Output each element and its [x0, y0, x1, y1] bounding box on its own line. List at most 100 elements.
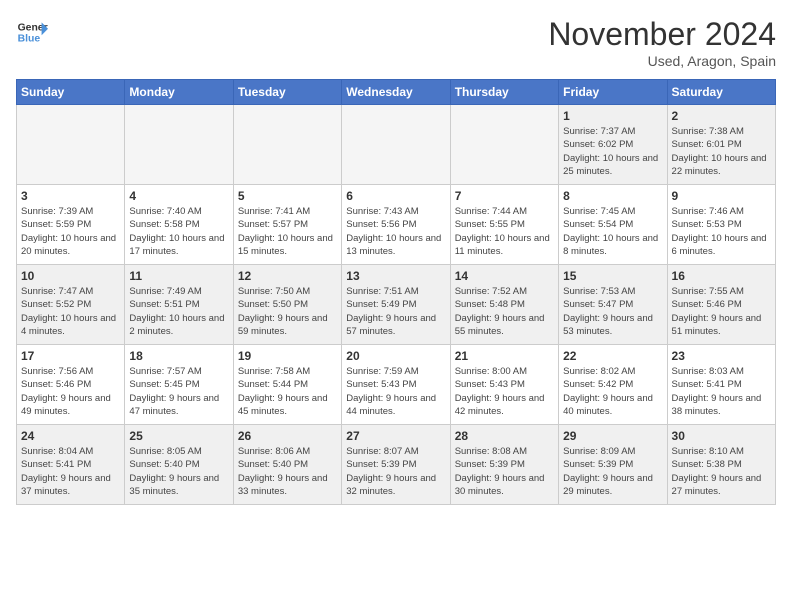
calendar-cell: 30 Sunrise: 8:10 AM Sunset: 5:38 PM Dayli… [667, 425, 775, 505]
calendar-cell [233, 105, 341, 185]
day-number: 13 [346, 269, 445, 283]
calendar-cell: 8 Sunrise: 7:45 AM Sunset: 5:54 PM Daylig… [559, 185, 667, 265]
day-number: 23 [672, 349, 771, 363]
day-info: Sunrise: 8:09 AM Sunset: 5:39 PM Dayligh… [563, 445, 662, 498]
calendar-cell: 5 Sunrise: 7:41 AM Sunset: 5:57 PM Daylig… [233, 185, 341, 265]
calendar-cell: 18Sunrise: 7:57 AM Sunset: 5:45 PM Dayli… [125, 345, 233, 425]
calendar-cell: 9 Sunrise: 7:46 AM Sunset: 5:53 PM Daylig… [667, 185, 775, 265]
day-info: Sunrise: 7:46 AM Sunset: 5:53 PM Dayligh… [672, 205, 771, 258]
day-number: 16 [672, 269, 771, 283]
calendar-cell: 2 Sunrise: 7:38 AM Sunset: 6:01 PM Daylig… [667, 105, 775, 185]
day-info: Sunrise: 7:51 AM Sunset: 5:49 PM Dayligh… [346, 285, 445, 338]
calendar-table: SundayMondayTuesdayWednesdayThursdayFrid… [16, 79, 776, 505]
day-number: 22 [563, 349, 662, 363]
location: Used, Aragon, Spain [548, 53, 776, 69]
calendar-cell: 10 Sunrise: 7:47 AM Sunset: 5:52 PM Dayli… [17, 265, 125, 345]
day-info: Sunrise: 7:58 AM Sunset: 5:44 PM Dayligh… [238, 365, 337, 418]
calendar-cell: 26Sunrise: 8:06 AM Sunset: 5:40 PM Dayli… [233, 425, 341, 505]
calendar-header-row: SundayMondayTuesdayWednesdayThursdayFrid… [17, 80, 776, 105]
day-info: Sunrise: 7:40 AM Sunset: 5:58 PM Dayligh… [129, 205, 228, 258]
day-number: 26 [238, 429, 337, 443]
day-info: Sunrise: 8:00 AM Sunset: 5:43 PM Dayligh… [455, 365, 554, 418]
calendar-cell [125, 105, 233, 185]
day-info: Sunrise: 7:53 AM Sunset: 5:47 PM Dayligh… [563, 285, 662, 338]
day-info: Sunrise: 7:47 AM Sunset: 5:52 PM Dayligh… [21, 285, 120, 338]
day-header-thursday: Thursday [450, 80, 558, 105]
day-info: Sunrise: 7:43 AM Sunset: 5:56 PM Dayligh… [346, 205, 445, 258]
day-number: 27 [346, 429, 445, 443]
day-number: 1 [563, 109, 662, 123]
day-info: Sunrise: 8:02 AM Sunset: 5:42 PM Dayligh… [563, 365, 662, 418]
logo: General Blue [16, 16, 48, 48]
day-number: 3 [21, 189, 120, 203]
day-info: Sunrise: 7:44 AM Sunset: 5:55 PM Dayligh… [455, 205, 554, 258]
day-info: Sunrise: 8:03 AM Sunset: 5:41 PM Dayligh… [672, 365, 771, 418]
calendar-cell: 6 Sunrise: 7:43 AM Sunset: 5:56 PM Daylig… [342, 185, 450, 265]
day-info: Sunrise: 7:38 AM Sunset: 6:01 PM Dayligh… [672, 125, 771, 178]
day-info: Sunrise: 7:39 AM Sunset: 5:59 PM Dayligh… [21, 205, 120, 258]
day-number: 4 [129, 189, 228, 203]
day-number: 30 [672, 429, 771, 443]
day-info: Sunrise: 7:50 AM Sunset: 5:50 PM Dayligh… [238, 285, 337, 338]
calendar-cell: 13 Sunrise: 7:51 AM Sunset: 5:49 PM Dayli… [342, 265, 450, 345]
calendar-cell [17, 105, 125, 185]
title-block: November 2024 Used, Aragon, Spain [548, 16, 776, 69]
day-header-friday: Friday [559, 80, 667, 105]
calendar-cell: 11 Sunrise: 7:49 AM Sunset: 5:51 PM Dayli… [125, 265, 233, 345]
day-number: 19 [238, 349, 337, 363]
calendar-cell [342, 105, 450, 185]
calendar-week-4: 17 Sunrise: 7:56 AM Sunset: 5:46 PM Dayli… [17, 345, 776, 425]
day-number: 8 [563, 189, 662, 203]
day-info: Sunrise: 8:10 AM Sunset: 5:38 PM Dayligh… [672, 445, 771, 498]
calendar-cell: 21 Sunrise: 8:00 AM Sunset: 5:43 PM Dayli… [450, 345, 558, 425]
day-number: 28 [455, 429, 554, 443]
calendar-cell: 15 Sunrise: 7:53 AM Sunset: 5:47 PM Dayli… [559, 265, 667, 345]
day-info: Sunrise: 7:45 AM Sunset: 5:54 PM Dayligh… [563, 205, 662, 258]
calendar-cell: 17 Sunrise: 7:56 AM Sunset: 5:46 PM Dayli… [17, 345, 125, 425]
calendar-cell: 3 Sunrise: 7:39 AM Sunset: 5:59 PM Daylig… [17, 185, 125, 265]
calendar-cell: 1Sunrise: 7:37 AM Sunset: 6:02 PM Daylig… [559, 105, 667, 185]
month-title: November 2024 [548, 16, 776, 53]
day-info: Sunrise: 7:49 AM Sunset: 5:51 PM Dayligh… [129, 285, 228, 338]
day-number: 15 [563, 269, 662, 283]
day-number: 9 [672, 189, 771, 203]
calendar-week-1: 1Sunrise: 7:37 AM Sunset: 6:02 PM Daylig… [17, 105, 776, 185]
calendar-cell: 14Sunrise: 7:52 AM Sunset: 5:48 PM Dayli… [450, 265, 558, 345]
day-info: Sunrise: 7:56 AM Sunset: 5:46 PM Dayligh… [21, 365, 120, 418]
calendar-cell: 20 Sunrise: 7:59 AM Sunset: 5:43 PM Dayli… [342, 345, 450, 425]
day-number: 21 [455, 349, 554, 363]
calendar-cell: 7 Sunrise: 7:44 AM Sunset: 5:55 PM Daylig… [450, 185, 558, 265]
calendar-cell: 28 Sunrise: 8:08 AM Sunset: 5:39 PM Dayli… [450, 425, 558, 505]
day-header-sunday: Sunday [17, 80, 125, 105]
day-info: Sunrise: 8:08 AM Sunset: 5:39 PM Dayligh… [455, 445, 554, 498]
calendar-cell: 22 Sunrise: 8:02 AM Sunset: 5:42 PM Dayli… [559, 345, 667, 425]
day-number: 2 [672, 109, 771, 123]
day-info: Sunrise: 7:52 AM Sunset: 5:48 PM Dayligh… [455, 285, 554, 338]
calendar-week-5: 24 Sunrise: 8:04 AM Sunset: 5:41 PM Dayli… [17, 425, 776, 505]
calendar-cell: 16Sunrise: 7:55 AM Sunset: 5:46 PM Dayli… [667, 265, 775, 345]
day-number: 11 [129, 269, 228, 283]
day-number: 10 [21, 269, 120, 283]
calendar-cell: 23 Sunrise: 8:03 AM Sunset: 5:41 PM Dayli… [667, 345, 775, 425]
day-number: 17 [21, 349, 120, 363]
svg-text:Blue: Blue [18, 34, 41, 45]
day-number: 7 [455, 189, 554, 203]
day-header-monday: Monday [125, 80, 233, 105]
day-info: Sunrise: 7:59 AM Sunset: 5:43 PM Dayligh… [346, 365, 445, 418]
calendar-cell: 24 Sunrise: 8:04 AM Sunset: 5:41 PM Dayli… [17, 425, 125, 505]
day-number: 24 [21, 429, 120, 443]
calendar-cell: 29 Sunrise: 8:09 AM Sunset: 5:39 PM Dayli… [559, 425, 667, 505]
day-number: 29 [563, 429, 662, 443]
day-info: Sunrise: 8:07 AM Sunset: 5:39 PM Dayligh… [346, 445, 445, 498]
day-info: Sunrise: 8:04 AM Sunset: 5:41 PM Dayligh… [21, 445, 120, 498]
day-info: Sunrise: 7:57 AM Sunset: 5:45 PM Dayligh… [129, 365, 228, 418]
day-info: Sunrise: 8:05 AM Sunset: 5:40 PM Dayligh… [129, 445, 228, 498]
calendar-week-2: 3 Sunrise: 7:39 AM Sunset: 5:59 PM Daylig… [17, 185, 776, 265]
day-number: 6 [346, 189, 445, 203]
day-number: 25 [129, 429, 228, 443]
day-number: 5 [238, 189, 337, 203]
day-number: 20 [346, 349, 445, 363]
day-info: Sunrise: 7:41 AM Sunset: 5:57 PM Dayligh… [238, 205, 337, 258]
calendar-cell [450, 105, 558, 185]
calendar-cell: 27 Sunrise: 8:07 AM Sunset: 5:39 PM Dayli… [342, 425, 450, 505]
